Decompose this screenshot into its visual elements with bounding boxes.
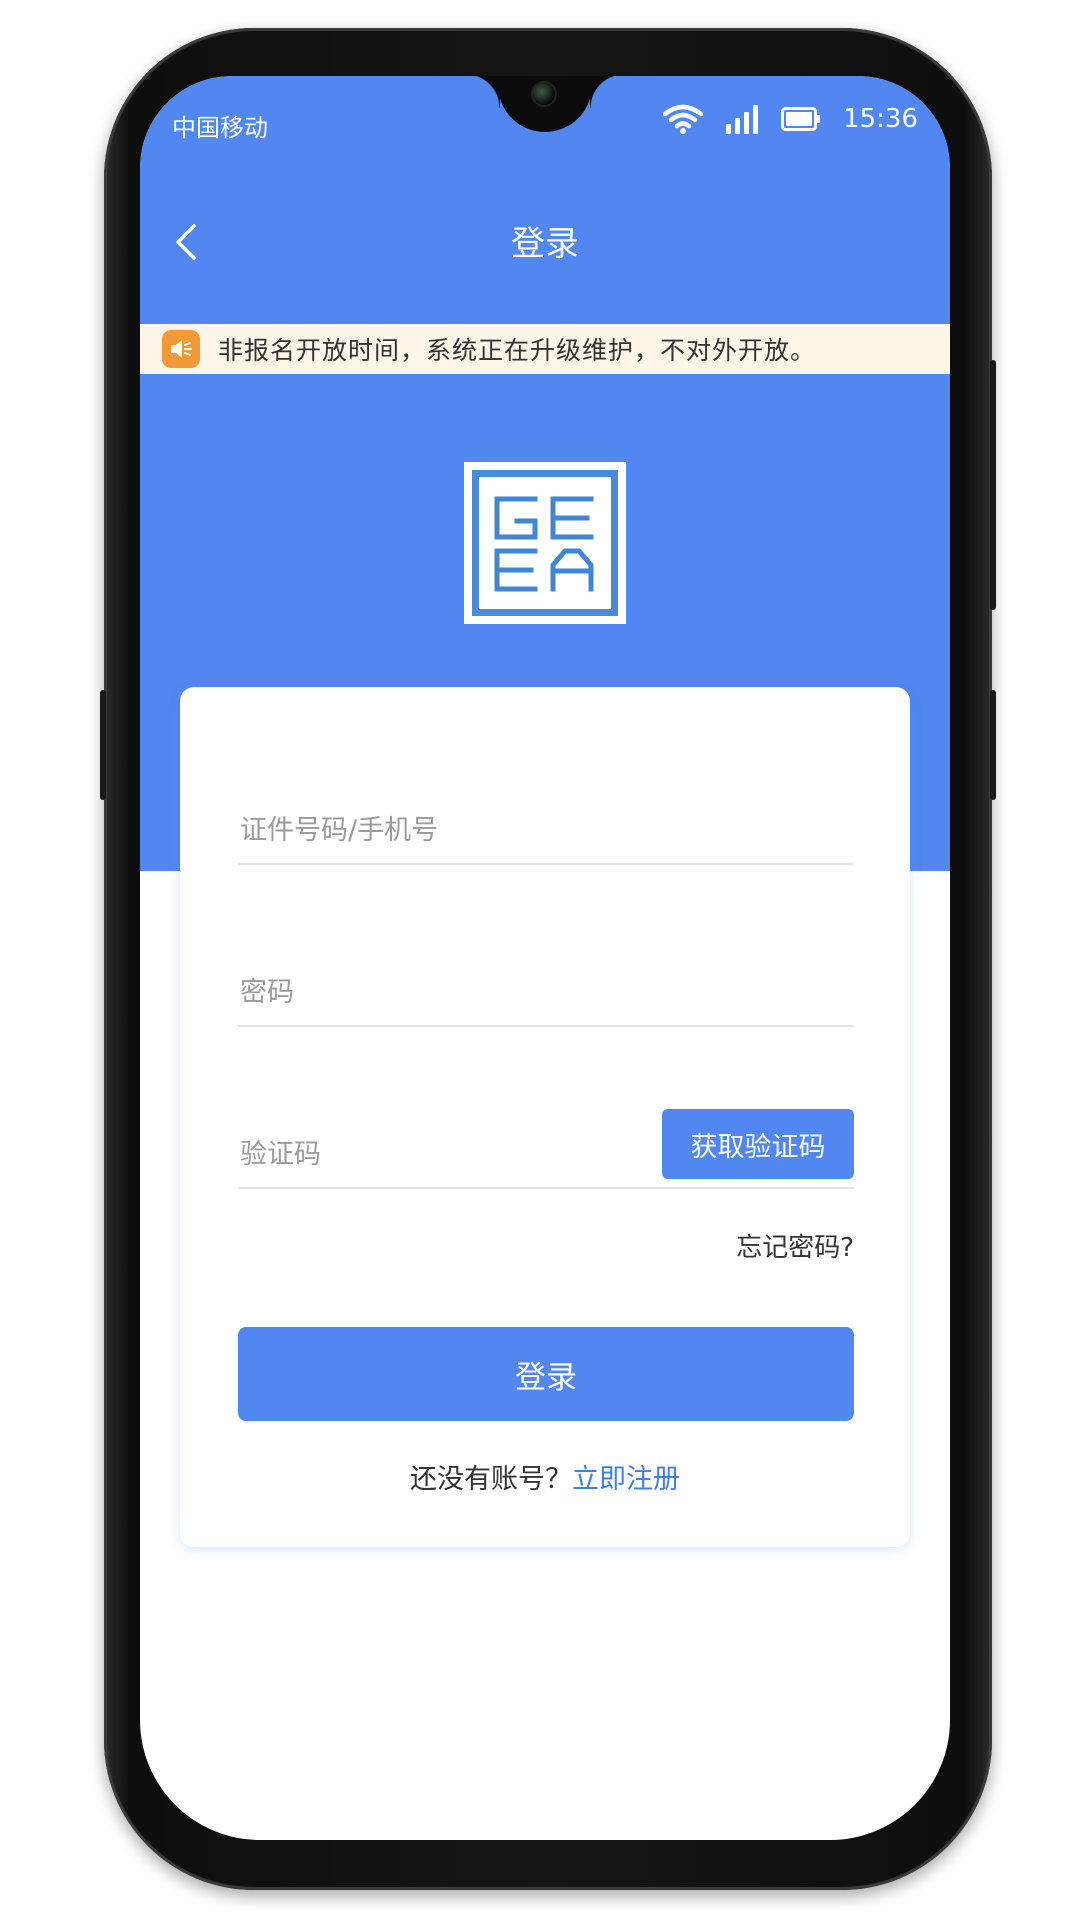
power-button bbox=[990, 360, 996, 610]
signal-icon bbox=[725, 104, 759, 134]
nav-bar: 登录 bbox=[140, 206, 950, 276]
password-input[interactable] bbox=[238, 976, 854, 1009]
code-field: 获取验证码 bbox=[238, 1109, 854, 1189]
password-field bbox=[238, 947, 854, 1027]
page-title: 登录 bbox=[511, 224, 579, 264]
volume-button bbox=[990, 690, 996, 800]
notice-banner: 非报名开放时间，系统正在升级维护，不对外开放。 bbox=[140, 324, 950, 374]
register-row: 还没有账号？立即注册 bbox=[180, 1457, 910, 1496]
get-code-button[interactable]: 获取验证码 bbox=[662, 1109, 854, 1179]
wifi-icon bbox=[663, 104, 704, 134]
geea-logo bbox=[464, 462, 626, 624]
login-card: 获取验证码 忘记密码? 登录 还没有账号？立即注册 bbox=[180, 687, 910, 1547]
side-key-left bbox=[100, 690, 106, 800]
notice-text: 非报名开放时间，系统正在升级维护，不对外开放。 bbox=[218, 336, 817, 365]
carrier-name: 中国移动 bbox=[172, 114, 268, 142]
clock: 15:36 bbox=[843, 104, 918, 134]
code-input[interactable] bbox=[238, 1138, 638, 1171]
register-link[interactable]: 立即注册 bbox=[572, 1464, 680, 1495]
no-account-text: 还没有账号？ bbox=[410, 1464, 572, 1495]
login-button[interactable]: 登录 bbox=[238, 1327, 854, 1421]
id-field bbox=[238, 785, 854, 865]
battery-icon bbox=[781, 107, 821, 131]
phone-screen: 中国移动 15:36 登录 非报名开放时间，系统正在升级维护，不对外开放。 证件… bbox=[140, 76, 950, 1840]
front-camera bbox=[531, 81, 557, 107]
speaker-icon bbox=[162, 330, 200, 368]
id-input[interactable] bbox=[238, 814, 854, 847]
status-icons: 15:36 bbox=[663, 104, 918, 134]
forgot-password-link[interactable]: 忘记密码? bbox=[736, 1227, 854, 1264]
